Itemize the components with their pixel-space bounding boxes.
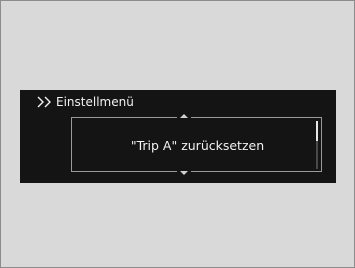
arrow-up-icon[interactable] xyxy=(177,113,191,119)
selected-menu-item[interactable]: "Trip A" zurücksetzen xyxy=(71,117,322,172)
page-frame: Einstellmenü "Trip A" zurücksetzen xyxy=(0,0,355,268)
arrow-down-icon[interactable] xyxy=(177,170,191,176)
instrument-display: Einstellmenü "Trip A" zurücksetzen xyxy=(20,90,336,183)
menu-title: Einstellmenü xyxy=(56,95,134,109)
menu-header: Einstellmenü xyxy=(36,94,134,110)
scrollbar xyxy=(316,121,318,169)
double-chevron-right-icon xyxy=(36,96,54,108)
menu-item-label: "Trip A" zurücksetzen xyxy=(130,138,265,153)
scroll-thumb xyxy=(316,121,318,141)
